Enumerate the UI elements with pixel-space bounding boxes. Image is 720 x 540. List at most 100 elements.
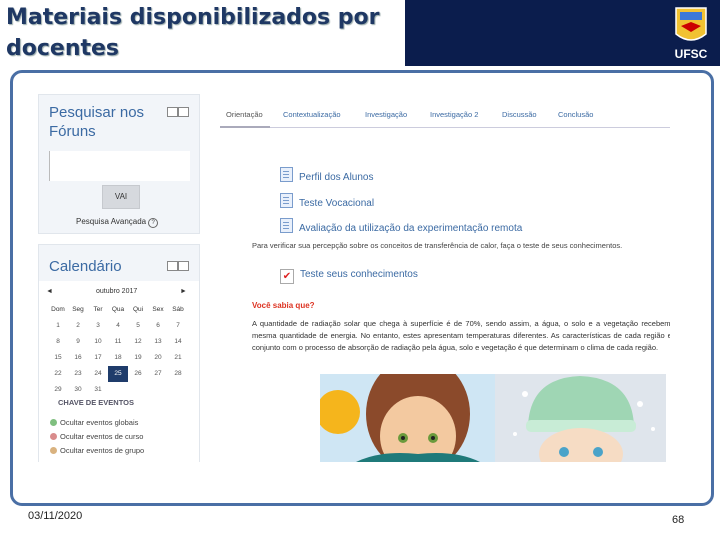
calendar-day[interactable]: 28: [168, 366, 188, 382]
calendar-day[interactable]: 11: [108, 334, 128, 350]
calendar-day[interactable]: 17: [88, 350, 108, 366]
logo-text: UFSC: [675, 47, 708, 61]
calendar-day[interactable]: 3: [88, 318, 108, 334]
activity-label[interactable]: Perfil dos Alunos: [299, 172, 374, 183]
help-icon[interactable]: ?: [148, 218, 159, 228]
block-controls-icon[interactable]: [167, 107, 189, 117]
moodle-screenshot: Pesquisar nos Fóruns VAI Pesquisa Avança…: [38, 92, 670, 462]
weekday-label: Qua: [111, 306, 125, 313]
calendar-day[interactable]: 12: [128, 334, 148, 350]
calendar-day[interactable]: 6: [148, 318, 168, 334]
calendar-day[interactable]: 18: [108, 350, 128, 366]
calendar-day[interactable]: 14: [168, 334, 188, 350]
calendar-day: [148, 382, 168, 398]
calendar-day[interactable]: 27: [148, 366, 168, 382]
activity-label[interactable]: Avaliação da utilização da experimentaçã…: [299, 223, 522, 234]
weekday-label: Ter: [93, 306, 103, 313]
document-icon: [280, 218, 293, 233]
calendar-day[interactable]: 13: [148, 334, 168, 350]
calendar-controls-icon[interactable]: [167, 261, 189, 271]
weekday-label: Dom: [51, 306, 65, 313]
calendar-week-row: 22 23 24 25 26 27 28: [48, 366, 188, 382]
forum-search-title: Pesquisar nos Fóruns: [49, 104, 145, 140]
calendar-day[interactable]: 31: [88, 382, 108, 398]
calendar-day[interactable]: 8: [48, 334, 68, 350]
activity-perfil-alunos[interactable]: Perfil dos Alunos: [280, 167, 374, 183]
illustration-image: [320, 374, 666, 462]
calendar-week-row: 15 16 17 18 19 20 21: [48, 350, 188, 366]
search-go-button[interactable]: VAI: [102, 185, 140, 209]
slide-page-number: 68: [672, 514, 685, 526]
calendar-day[interactable]: 19: [128, 350, 148, 366]
slide-date: 03/11/2020: [28, 510, 83, 522]
calendar-day[interactable]: 16: [68, 350, 88, 366]
hide-course-events-link[interactable]: Ocultar eventos de curso: [50, 432, 143, 441]
calendar-month: outubro 2017: [96, 288, 138, 295]
calendar-week-row: 1 2 3 4 5 6 7: [48, 318, 188, 334]
activity-label[interactable]: Teste Vocacional: [299, 198, 374, 209]
fact-title: Você sabia que?: [252, 301, 315, 310]
calendar-day[interactable]: 7: [168, 318, 188, 334]
header-band: UFSC: [405, 0, 720, 66]
calendar-day[interactable]: 5: [128, 318, 148, 334]
calendar-day[interactable]: 1: [48, 318, 68, 334]
tab-investigacao-2[interactable]: Investigação 2: [430, 110, 478, 119]
calendar-day: [168, 382, 188, 398]
tab-contextualizacao[interactable]: Contextualização: [283, 110, 341, 119]
weekday-label: Qui: [132, 306, 144, 313]
climate-illustration: [320, 374, 666, 462]
active-tab-indicator: [220, 126, 270, 128]
calendar-week-row: 29 30 31: [48, 382, 188, 398]
activity-avaliacao[interactable]: Avaliação da utilização da experimentaçã…: [280, 218, 522, 234]
forum-search-block: Pesquisar nos Fóruns VAI Pesquisa Avança…: [38, 94, 200, 234]
advanced-search-label[interactable]: Pesquisa Avançada: [76, 217, 146, 226]
tab-discussao[interactable]: Discussão: [502, 110, 537, 119]
hide-global-events-link[interactable]: Ocultar eventos globais: [50, 418, 138, 427]
document-icon: [280, 167, 293, 182]
calendar-day: [108, 382, 128, 398]
calendar-day[interactable]: 4: [108, 318, 128, 334]
course-events-icon: [50, 433, 57, 440]
events-key-title: CHAVE DE EVENTOS: [58, 398, 134, 407]
calendar-day[interactable]: 21: [168, 350, 188, 366]
calendar-day[interactable]: 10: [88, 334, 108, 350]
calendar-day[interactable]: 15: [48, 350, 68, 366]
quiz-link[interactable]: ✔ Teste seus conhecimentos: [280, 269, 418, 284]
calendar-day[interactable]: 26: [128, 366, 148, 382]
activity-teste-vocacional[interactable]: Teste Vocacional: [280, 193, 374, 209]
global-events-icon: [50, 419, 57, 426]
calendar-weekday-row: Dom Seg Ter Qua Qui Sex Sáb: [48, 302, 188, 318]
calendar-day[interactable]: 2: [68, 318, 88, 334]
weekday-label: Sex: [152, 306, 164, 313]
calendar-day[interactable]: 30: [68, 382, 88, 398]
weekday-label: Seg: [72, 306, 84, 313]
calendar-week-row: 8 9 10 11 12 13 14: [48, 334, 188, 350]
calendar-grid: Dom Seg Ter Qua Qui Sex Sáb 1 2 3 4 5 6 …: [48, 302, 188, 398]
tab-bar: Orientação Contextualização Investigação…: [220, 102, 670, 128]
calendar-day[interactable]: 29: [48, 382, 68, 398]
ufsc-logo: UFSC: [675, 7, 708, 61]
event-label[interactable]: Ocultar eventos de curso: [60, 432, 143, 441]
calendar-day[interactable]: 20: [148, 350, 168, 366]
document-icon: [280, 193, 293, 208]
hide-group-events-link[interactable]: Ocultar eventos de grupo: [50, 446, 144, 455]
calendar-day[interactable]: 9: [68, 334, 88, 350]
tab-orientacao[interactable]: Orientação: [226, 110, 263, 119]
calendar-title: Calendário: [49, 258, 122, 275]
calendar-day[interactable]: 24: [88, 366, 108, 382]
tab-conclusao[interactable]: Conclusão: [558, 110, 593, 119]
tab-investigacao[interactable]: Investigação: [365, 110, 407, 119]
group-events-icon: [50, 447, 57, 454]
quiz-label[interactable]: Teste seus conhecimentos: [300, 269, 418, 280]
calendar-day[interactable]: 22: [48, 366, 68, 382]
event-label[interactable]: Ocultar eventos globais: [60, 418, 138, 427]
calendar-day: [128, 382, 148, 398]
event-label[interactable]: Ocultar eventos de grupo: [60, 446, 144, 455]
calendar-day-today[interactable]: 25: [108, 366, 128, 382]
calendar-next-icon[interactable]: ►: [180, 288, 187, 295]
calendar-prev-icon[interactable]: ◄: [46, 288, 53, 295]
advanced-search-link[interactable]: Pesquisa Avançada?: [76, 217, 159, 228]
calendar-day[interactable]: 23: [68, 366, 88, 382]
forum-search-input[interactable]: [49, 151, 190, 181]
left-column: Pesquisar nos Fóruns VAI Pesquisa Avança…: [38, 92, 200, 462]
